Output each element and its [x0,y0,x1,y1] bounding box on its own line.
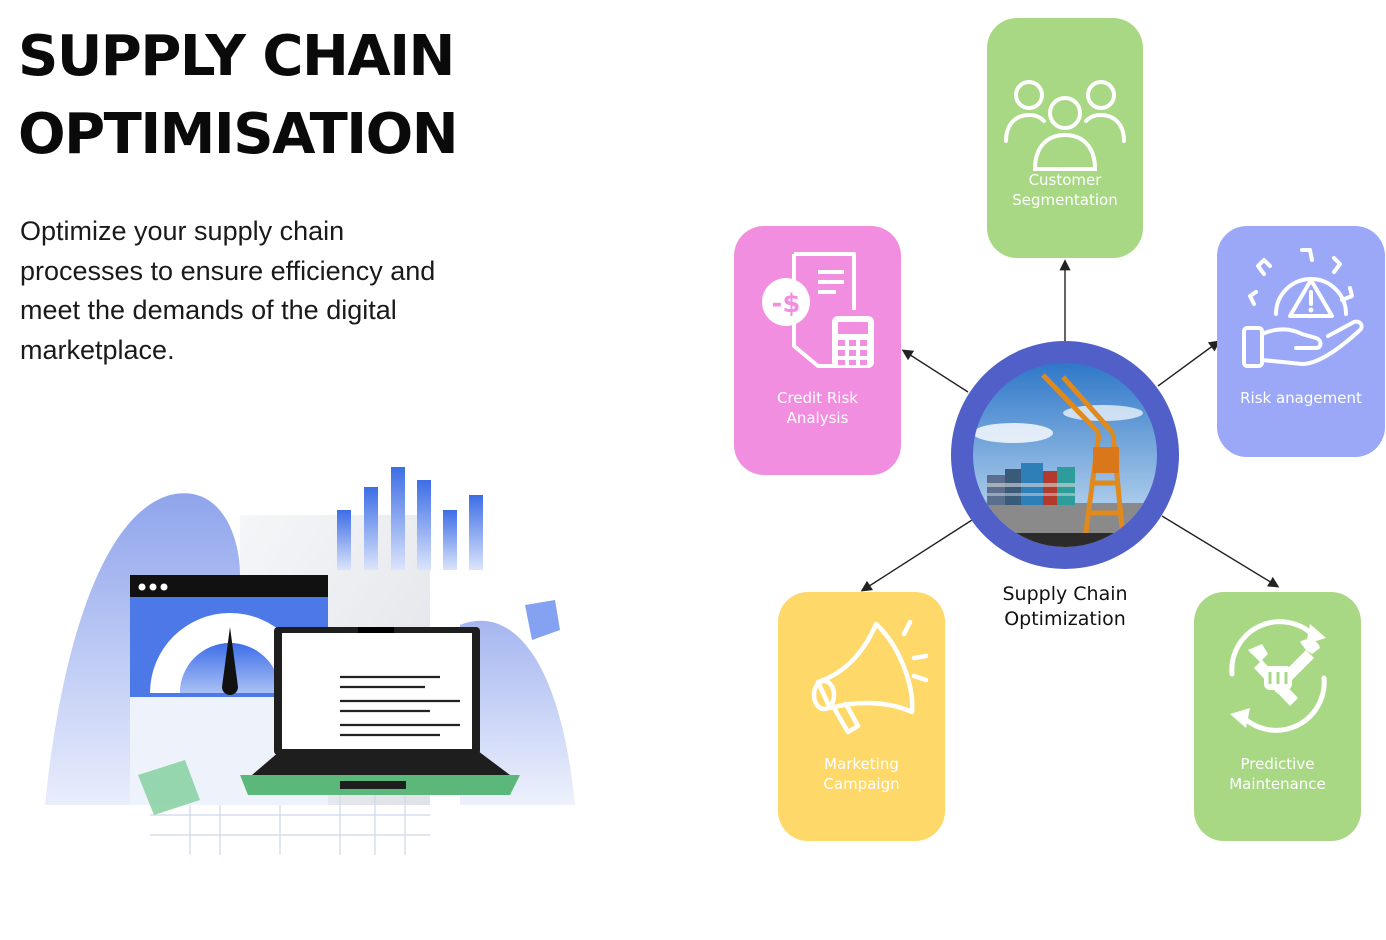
hub-label-line-2: Optimization [1004,608,1126,630]
node-credit-risk-analysis: -$ Credit Risk Analysis [734,226,901,475]
node-label-line-1: Marketing [824,755,899,773]
title-line-1: SUPPLY CHAIN [18,24,455,89]
node-label: Predictive Maintenance [1194,754,1361,794]
hub-circle [951,341,1179,569]
svg-text:-$: -$ [771,289,800,319]
node-label-line-1: Customer [1028,171,1102,189]
wrench-cycle-icon [1228,619,1327,733]
port-crane-photo [973,363,1157,547]
invoice-calculator-icon: -$ [761,252,874,368]
node-label-line-2: Analysis [786,409,849,427]
node-label: Credit Risk Analysis [734,388,901,428]
description-text: Optimize your supply chain processes to … [20,216,436,365]
node-label-line-1: Credit Risk [777,389,858,407]
node-label: Customer Segmentation [987,170,1143,210]
gear-warning-hand-icon [1242,248,1364,368]
node-label-line-1: Risk anagement [1240,389,1362,407]
node-label: Marketing Campaign [778,754,945,794]
arrow-to-credit [901,349,969,393]
people-group-icon [1004,80,1126,171]
megaphone-icon [811,619,928,735]
arrow-to-predictive [1161,515,1280,588]
node-risk-management: Risk anagement [1217,226,1385,457]
page-title: SUPPLY CHAIN OPTIMISATION [18,18,459,174]
node-label: Risk anagement [1217,388,1385,408]
node-label-line-2: Segmentation [1012,191,1118,209]
arrow-to-risk [1157,340,1221,387]
title-line-2: OPTIMISATION [18,102,459,167]
laptop-graphic [240,627,520,795]
node-customer-segmentation: Customer Segmentation [987,18,1143,258]
node-marketing-campaign: Marketing Campaign [778,592,945,841]
hub-label: Supply Chain Optimization [965,582,1165,632]
hub-label-line-1: Supply Chain [1002,583,1128,605]
blue-cube-graphic [525,600,560,640]
node-label-line-1: Predictive [1240,755,1315,773]
arrow-to-marketing [860,519,973,592]
node-label-line-2: Maintenance [1229,775,1326,793]
node-predictive-maintenance: Predictive Maintenance [1194,592,1361,841]
node-label-line-2: Campaign [823,775,900,793]
dashboard-laptop-illustration [45,467,575,855]
